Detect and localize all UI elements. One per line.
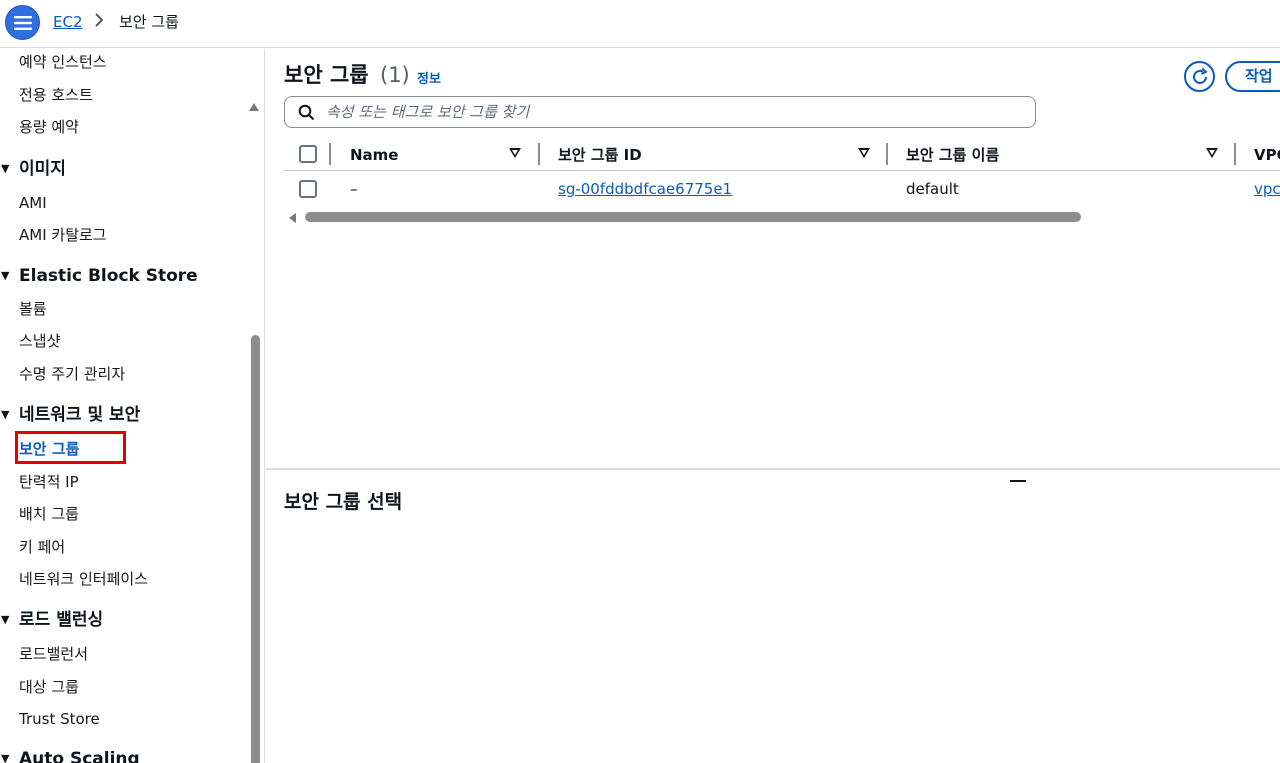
sidebar-item-lifecycle-manager[interactable]: 수명 주기 관리자 <box>19 364 125 384</box>
row-checkbox[interactable] <box>299 180 317 198</box>
sidebar-scrollbar[interactable] <box>251 335 260 763</box>
sidebar-item-snapshots[interactable]: 스냅샷 <box>19 331 60 351</box>
info-link[interactable]: 정보 <box>417 68 441 87</box>
sidebar-section-ebs[interactable]: ▼ Elastic Block Store <box>0 265 198 287</box>
section-title: 네트워크 및 보안 <box>19 405 141 425</box>
section-title: 이미지 <box>19 159 66 179</box>
sidebar-item-elastic-ips[interactable]: 탄력적 IP <box>19 472 79 492</box>
cell-group-name: default <box>906 180 959 198</box>
sort-descending-icon[interactable] <box>1206 148 1218 158</box>
sidebar-section-load-balancing[interactable]: ▼ 로드 밸런싱 <box>0 609 103 631</box>
split-panel-handle-icon[interactable] <box>1010 480 1026 482</box>
cell-vpc-link[interactable]: vpc <box>1254 179 1280 199</box>
sidebar-item-dedicated-hosts[interactable]: 전용 호스트 <box>19 85 93 105</box>
column-divider[interactable] <box>538 143 540 165</box>
hamburger-menu-icon[interactable] <box>5 5 40 40</box>
page-title: 보안 그룹 <box>284 63 369 87</box>
section-title: Auto Scaling <box>19 749 140 763</box>
sidebar-item-network-interfaces[interactable]: 네트워크 인터페이스 <box>19 569 148 589</box>
search-input[interactable] <box>326 100 1026 124</box>
caret-down-icon: ▼ <box>1 613 10 626</box>
sort-descending-icon[interactable] <box>858 148 870 158</box>
column-divider[interactable] <box>1234 143 1236 165</box>
scroll-left-arrow-icon[interactable] <box>289 213 296 223</box>
sidebar-section-network-security[interactable]: ▼ 네트워크 및 보안 <box>0 404 140 426</box>
item-count: (1) <box>380 63 410 87</box>
sidebar-item-capacity-reservations[interactable]: 용량 예약 <box>19 117 79 137</box>
sidebar-item-volumes[interactable]: 볼륨 <box>19 299 47 319</box>
actions-button[interactable]: 작업 <box>1225 61 1280 92</box>
search-icon <box>298 104 315 121</box>
sidebar-item-ami[interactable]: AMI <box>19 193 47 213</box>
cell-name: – <box>350 180 358 198</box>
highlight-annotation-box <box>15 431 126 464</box>
sidebar: 예약 인스턴스 전용 호스트 용량 예약 ▼ 이미지 AMI AMI 카탈로그 ▼… <box>0 49 265 763</box>
select-all-checkbox[interactable] <box>299 145 317 163</box>
sidebar-item-reserved-instances[interactable]: 예약 인스턴스 <box>19 52 107 72</box>
sidebar-item-placement-groups[interactable]: 배치 그룹 <box>19 504 79 524</box>
section-title: Elastic Block Store <box>19 266 198 286</box>
sort-descending-icon[interactable] <box>509 148 521 158</box>
scroll-up-arrow-icon[interactable] <box>249 103 259 111</box>
sidebar-item-ami-catalog[interactable]: AMI 카탈로그 <box>19 225 107 245</box>
sidebar-section-images[interactable]: ▼ 이미지 <box>0 158 66 180</box>
breadcrumb-current: 보안 그룹 <box>119 13 179 31</box>
refresh-button[interactable] <box>1184 61 1215 92</box>
section-title: 로드 밸런싱 <box>19 610 104 630</box>
sidebar-item-target-groups[interactable]: 대상 그룹 <box>19 677 79 697</box>
sidebar-item-trust-stores[interactable]: Trust Store <box>19 709 100 729</box>
detail-panel-title: 보안 그룹 선택 <box>284 491 403 513</box>
column-header-group-id[interactable]: 보안 그룹 ID <box>558 145 642 165</box>
sidebar-item-load-balancers[interactable]: 로드밸런서 <box>19 644 88 664</box>
column-divider[interactable] <box>886 143 888 165</box>
column-header-group-name[interactable]: 보안 그룹 이름 <box>906 145 999 165</box>
sidebar-item-key-pairs[interactable]: 키 페어 <box>19 537 65 557</box>
caret-down-icon: ▼ <box>1 269 10 282</box>
column-header-name[interactable]: Name <box>350 145 398 165</box>
cell-group-id-link[interactable]: sg-00fddbdfcae6775e1 <box>558 179 732 199</box>
sidebar-section-auto-scaling[interactable]: ▼ Auto Scaling <box>0 748 140 763</box>
main-content: 보안 그룹 (1) 정보 작업 Name 보안 그룹 ID 보안 그룹 이름 V… <box>266 49 1280 763</box>
search-field[interactable] <box>284 96 1036 128</box>
column-header-vpc[interactable]: VPC <box>1254 145 1280 165</box>
split-panel-divider[interactable] <box>266 468 1280 470</box>
table-horizontal-scrollbar[interactable] <box>305 212 1081 222</box>
chevron-right-icon <box>94 12 104 34</box>
breadcrumb-ec2-link[interactable]: EC2 <box>53 11 83 33</box>
caret-down-icon: ▼ <box>1 162 10 175</box>
header-divider <box>284 170 1280 171</box>
column-divider <box>329 143 331 165</box>
caret-down-icon: ▼ <box>1 752 10 763</box>
top-navigation-bar: EC2 보안 그룹 <box>0 0 1280 48</box>
refresh-icon <box>1192 67 1208 84</box>
caret-down-icon: ▼ <box>1 408 10 421</box>
